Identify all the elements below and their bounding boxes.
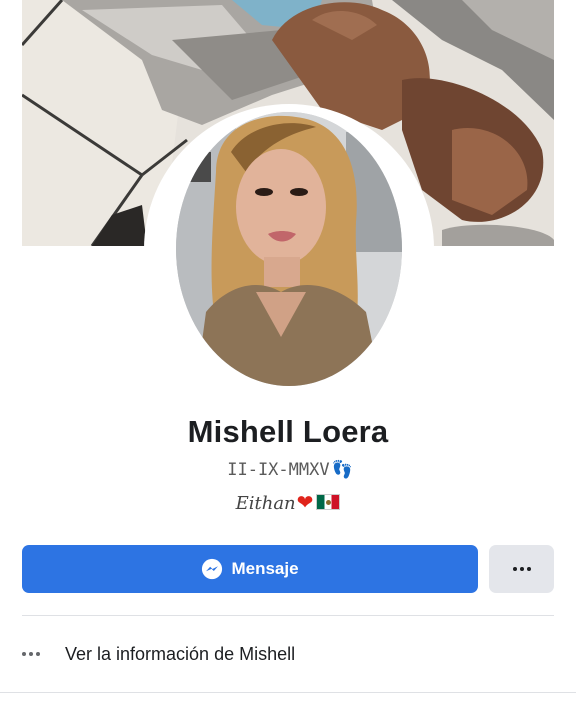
mexico-flag-icon <box>316 494 341 510</box>
bio-line-2: Eithan❤ <box>0 490 576 514</box>
message-button[interactable]: Mensaje <box>22 545 478 593</box>
red-heart-icon: ❤ <box>296 490 314 514</box>
divider <box>22 615 554 616</box>
profile-name: Mishell Loera <box>187 414 389 449</box>
avatar-image <box>176 112 402 386</box>
see-info-row[interactable]: Ver la información de Mishell <box>22 636 554 672</box>
bio-line-1: II-IX-MMXV 👣 <box>0 460 576 480</box>
message-button-label: Mensaje <box>231 559 299 578</box>
see-info-label: Ver la información de Mishell <box>65 643 296 664</box>
footprints-icon: 👣 <box>331 460 353 480</box>
bio-line-2-text: Eithan <box>235 493 296 514</box>
divider <box>0 692 576 693</box>
more-horizontal-icon <box>22 652 65 656</box>
bio-line-1-text: II-IX-MMXV <box>227 460 330 480</box>
profile-avatar[interactable] <box>176 112 402 386</box>
more-horizontal-icon <box>512 567 531 571</box>
messenger-icon <box>202 558 223 580</box>
more-options-button[interactable] <box>489 545 554 593</box>
